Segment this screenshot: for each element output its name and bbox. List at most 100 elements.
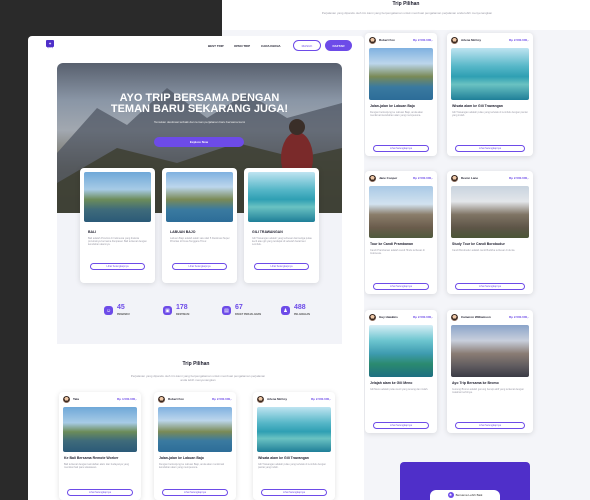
trip-card-image xyxy=(63,407,137,452)
logo[interactable]: ✦ ayotrip xyxy=(44,40,56,52)
avatar xyxy=(451,37,458,44)
trip-card-user: Robert Fox xyxy=(168,397,184,401)
trip-card-image xyxy=(158,407,232,452)
trip-card-price: Rp 2.500.000,- xyxy=(508,176,529,180)
destination-image xyxy=(84,172,151,222)
see-more-button[interactable]: Lihat Selengkapnya xyxy=(455,283,525,290)
avatar xyxy=(369,314,376,321)
stat-label: PEMANDU xyxy=(117,313,130,316)
stat-value: 45 xyxy=(117,304,125,311)
hero-title: AYO TRIP BERSAMA DENGAN TEMAN BARU SEKAR… xyxy=(110,92,289,115)
back-section-title: Trip Pilihan xyxy=(392,1,420,7)
avatar xyxy=(63,396,70,403)
see-more-button[interactable]: Lihat Selengkapnya xyxy=(172,263,227,270)
trip-card-image xyxy=(451,325,529,377)
hero-subtitle: Temukan destinasi terbaik dan teman perj… xyxy=(153,120,246,124)
trip-card-title: Jalan-jalan ke Labuan Bajo xyxy=(159,456,204,460)
trip-card-user: Devon Lane xyxy=(461,176,479,180)
trip-card-title: Ayo Trip Bersama ke Bromo xyxy=(452,381,499,385)
trip-card-user: Tata xyxy=(73,397,79,401)
trip-card-title: Jelajah alam ke Gili Meno xyxy=(370,381,413,385)
back-section-subtitle: Perjalanan yang dipandu oleh tim kami ya… xyxy=(321,11,493,15)
trip-card-image xyxy=(257,407,331,452)
trip-card-image xyxy=(369,186,433,238)
trip-card-title: Study Tour ke Candi Borobudur xyxy=(452,242,505,246)
stat-value: 178 xyxy=(176,304,188,311)
trip-card[interactable]: Guy Hawkins Rp 2.500.000,- Jelajah alam ke… xyxy=(365,310,437,433)
trip-card[interactable]: Tata Rp 4.500.000,- Ke Bali Bersama Remote… xyxy=(59,392,141,500)
avatar xyxy=(369,37,376,44)
trip-card-image xyxy=(369,48,433,100)
avatar xyxy=(257,396,264,403)
nav-link-best-trip[interactable]: BEST TRIP xyxy=(208,44,224,48)
stat-label: DESTINASI xyxy=(176,313,190,316)
trip-card-price: Rp 2.500.000,- xyxy=(412,38,433,42)
nav-link-cara-kerja[interactable]: CARA KERJA xyxy=(261,44,281,48)
signup-button[interactable]: DAFTAR xyxy=(325,40,352,51)
trip-card[interactable]: Jane Cooper Rp 2.500.000,- Tour ke Candi P… xyxy=(365,171,437,294)
trip-card-description: Bali terkenal dengan keindahan alam dan … xyxy=(64,463,130,470)
destination-description: Gili Trawangan adalah yang terbesar dari… xyxy=(252,237,312,247)
trip-card-description: Dengan berkunjung ke Labuan Bajo, anda a… xyxy=(370,111,423,118)
trip-card-user: Robert Fox xyxy=(379,38,395,42)
trip-card[interactable]: Robert Fox Rp 2.500.000,- Jalan-jalan ke L… xyxy=(154,392,236,500)
trip-card[interactable]: Cameron Williamson Rp 2.500.000,- Ayo Trip… xyxy=(447,310,533,433)
trip-card[interactable]: Arlene McCoy Rp 2.500.000,- Wisata alam ke… xyxy=(253,392,335,500)
map-icon: ▣ xyxy=(163,306,172,315)
destination-name: BALI xyxy=(88,230,97,234)
trip-card-title: Wisata alam ke Gili Trawangan xyxy=(258,456,309,460)
stats-bar: ☺ 45 PEMANDU ▣ 178 DESTINASI ▤ 67 PAKET PERJALAN… xyxy=(57,294,342,344)
trip-card-description: Candi Borobudur adalah candi Buddha terb… xyxy=(452,249,516,252)
trip-card-description: Dengan berkunjung ke Labuan Bajo, anda a… xyxy=(159,463,225,470)
join-banner: ★ Bersama Lebih Baik xyxy=(400,462,530,500)
trip-card-description: Gunung Bromo adalah gunung berapi aktif … xyxy=(452,388,524,395)
see-more-button[interactable]: Lihat Selengkapnya xyxy=(90,263,145,270)
trip-card-title: Ke Bali Bersama Remote Worker xyxy=(64,456,119,460)
see-more-button[interactable]: Lihat Selengkapnya xyxy=(455,145,525,152)
trip-card-description: Gili Trawangan adalah pulau yang terleta… xyxy=(258,463,326,470)
trip-card-price: Rp 2.500.000,- xyxy=(310,397,331,401)
trips-subtitle: Perjalanan yang dipandu oleh tim kami ya… xyxy=(130,374,266,382)
star-icon: ★ xyxy=(447,492,454,498)
trips-title: Trip Pilihan xyxy=(182,361,210,367)
navbar: ✦ ayotrip BEST TRIP OPEN TRIP CARA KERJA… xyxy=(28,36,364,56)
trip-card-user: Arlene McCoy xyxy=(461,38,482,42)
trip-card[interactable]: Devon Lane Rp 2.500.000,- Study Tour ke Ca… xyxy=(447,171,533,294)
trip-card[interactable]: Robert Fox Rp 2.500.000,- Jalan-jalan ke L… xyxy=(365,33,437,156)
stat-label: PAKET PERJALANAN xyxy=(235,313,262,316)
see-more-button[interactable]: Lihat Selengkapnya xyxy=(261,489,327,496)
guide-icon: ☺ xyxy=(104,306,113,315)
avatar xyxy=(158,396,165,403)
see-more-button[interactable]: Lihat Selengkapnya xyxy=(162,489,228,496)
explore-now-button[interactable]: Explore Now xyxy=(154,137,244,147)
trip-card-user: Guy Hawkins xyxy=(379,315,398,319)
destination-description: Bali adalah Provinsi di Indonesia yang i… xyxy=(88,237,147,247)
trip-card-image xyxy=(369,325,433,377)
see-more-button[interactable]: Lihat Selengkapnya xyxy=(67,489,133,496)
see-more-button[interactable]: Lihat Selengkapnya xyxy=(373,283,429,290)
login-button[interactable]: MASUK xyxy=(293,40,321,51)
stat-label: PELANGGAN xyxy=(294,313,310,316)
see-more-button[interactable]: Lihat Selengkapnya xyxy=(373,422,429,429)
avatar xyxy=(451,175,458,182)
trip-card-price: Rp 2.500.000,- xyxy=(412,176,433,180)
destination-description: Labuan Bajo adalah salah satu dari 5 Des… xyxy=(170,237,230,244)
see-more-button[interactable]: Lihat Selengkapnya xyxy=(254,263,309,270)
trip-card-image xyxy=(451,186,529,238)
see-more-button[interactable]: Lihat Selengkapnya xyxy=(373,145,429,152)
destination-card[interactable]: BALI Bali adalah Provinsi di Indonesia ya… xyxy=(80,168,155,283)
trip-card-price: Rp 2.500.000,- xyxy=(508,315,529,319)
destination-image xyxy=(166,172,233,222)
trip-card[interactable]: Arlene McCoy Rp 2.500.000,- Wisata alam ke… xyxy=(447,33,533,156)
nav-link-open-trip[interactable]: OPEN TRIP xyxy=(234,44,250,48)
trip-card-user: Cameron Williamson xyxy=(461,315,491,319)
destination-card[interactable]: LABUAN BAJO Labuan Bajo adalah salah satu… xyxy=(162,168,237,283)
see-more-button[interactable]: Lihat Selengkapnya xyxy=(455,422,525,429)
trip-card-title: Jalan-jalan ke Labuan Bajo xyxy=(370,104,415,108)
destination-card[interactable]: GILI TRAWANGAN Gili Trawangan adalah yang… xyxy=(244,168,319,283)
avatar xyxy=(369,175,376,182)
trip-card-title: Wisata alam ke Gili Trawangan xyxy=(452,104,503,108)
avatar xyxy=(451,314,458,321)
trip-card-title: Tour ke Candi Prambanan xyxy=(370,242,414,246)
trip-card-price: Rp 2.500.000,- xyxy=(508,38,529,42)
